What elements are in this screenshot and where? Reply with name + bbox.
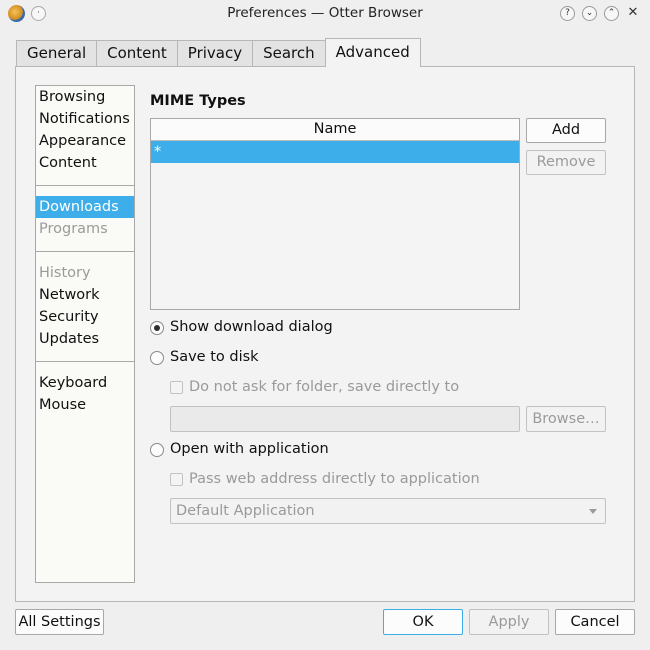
apply-button[interactable]: Apply xyxy=(469,609,549,635)
download-folder-input[interactable] xyxy=(170,406,520,432)
cancel-button[interactable]: Cancel xyxy=(555,609,635,635)
close-button[interactable]: ✕ xyxy=(626,5,640,21)
show-download-dialog-label: Show download dialog xyxy=(170,319,333,335)
name-column-header[interactable]: Name xyxy=(151,119,519,141)
category-network[interactable]: Network xyxy=(36,284,134,306)
browse-button[interactable]: Browse… xyxy=(526,406,606,432)
help-button[interactable]: ? xyxy=(560,6,575,21)
category-browsing[interactable]: Browsing xyxy=(36,86,134,108)
category-separator xyxy=(36,185,134,186)
category-history[interactable]: History xyxy=(36,262,134,284)
ok-button[interactable]: OK xyxy=(383,609,463,635)
category-security[interactable]: Security xyxy=(36,306,134,328)
category-content[interactable]: Content xyxy=(36,152,134,174)
pass-web-address-checkbox[interactable] xyxy=(170,473,183,486)
chevron-down-icon xyxy=(589,509,597,514)
pass-web-address-label: Pass web address directly to application xyxy=(189,471,480,487)
tab-search[interactable]: Search xyxy=(252,40,326,67)
category-downloads[interactable]: Downloads xyxy=(36,196,134,218)
application-select[interactable]: Default Application xyxy=(170,498,606,524)
category-updates[interactable]: Updates xyxy=(36,328,134,350)
tab-privacy[interactable]: Privacy xyxy=(176,40,254,67)
category-notifications[interactable]: Notifications xyxy=(36,108,134,130)
all-settings-button[interactable]: All Settings xyxy=(15,609,104,635)
mime-types-heading: MIME Types xyxy=(150,93,246,109)
open-with-application-label: Open with application xyxy=(170,441,329,457)
preferences-tabs: General Content Privacy Search Advanced xyxy=(16,38,421,67)
category-programs[interactable]: Programs xyxy=(36,218,134,240)
minimize-button[interactable]: ⌄ xyxy=(582,6,597,21)
category-keyboard[interactable]: Keyboard xyxy=(36,372,134,394)
category-list: Browsing Notifications Appearance Conten… xyxy=(35,85,135,583)
show-download-dialog-radio[interactable] xyxy=(150,321,164,335)
mime-types-table[interactable]: Name * xyxy=(150,118,520,310)
do-not-ask-folder-checkbox[interactable] xyxy=(170,381,183,394)
add-button[interactable]: Add xyxy=(526,118,606,143)
open-with-application-radio[interactable] xyxy=(150,443,164,457)
save-to-disk-label: Save to disk xyxy=(170,349,259,365)
table-row[interactable]: * xyxy=(151,141,519,163)
window-title: Preferences — Otter Browser xyxy=(227,5,423,21)
application-select-value: Default Application xyxy=(176,503,315,519)
tab-general[interactable]: General xyxy=(16,40,98,67)
do-not-ask-folder-label: Do not ask for folder, save directly to xyxy=(189,379,460,395)
category-separator xyxy=(36,361,134,362)
tab-content[interactable]: Content xyxy=(96,40,178,67)
category-mouse[interactable]: Mouse xyxy=(36,394,134,416)
category-separator xyxy=(36,251,134,252)
title-bar: · Preferences — Otter Browser ? ⌄ ⌃ ✕ xyxy=(0,0,650,28)
remove-button[interactable]: Remove xyxy=(526,150,606,175)
tab-advanced[interactable]: Advanced xyxy=(324,38,421,67)
category-appearance[interactable]: Appearance xyxy=(36,130,134,152)
maximize-button[interactable]: ⌃ xyxy=(604,6,619,21)
save-to-disk-radio[interactable] xyxy=(150,351,164,365)
